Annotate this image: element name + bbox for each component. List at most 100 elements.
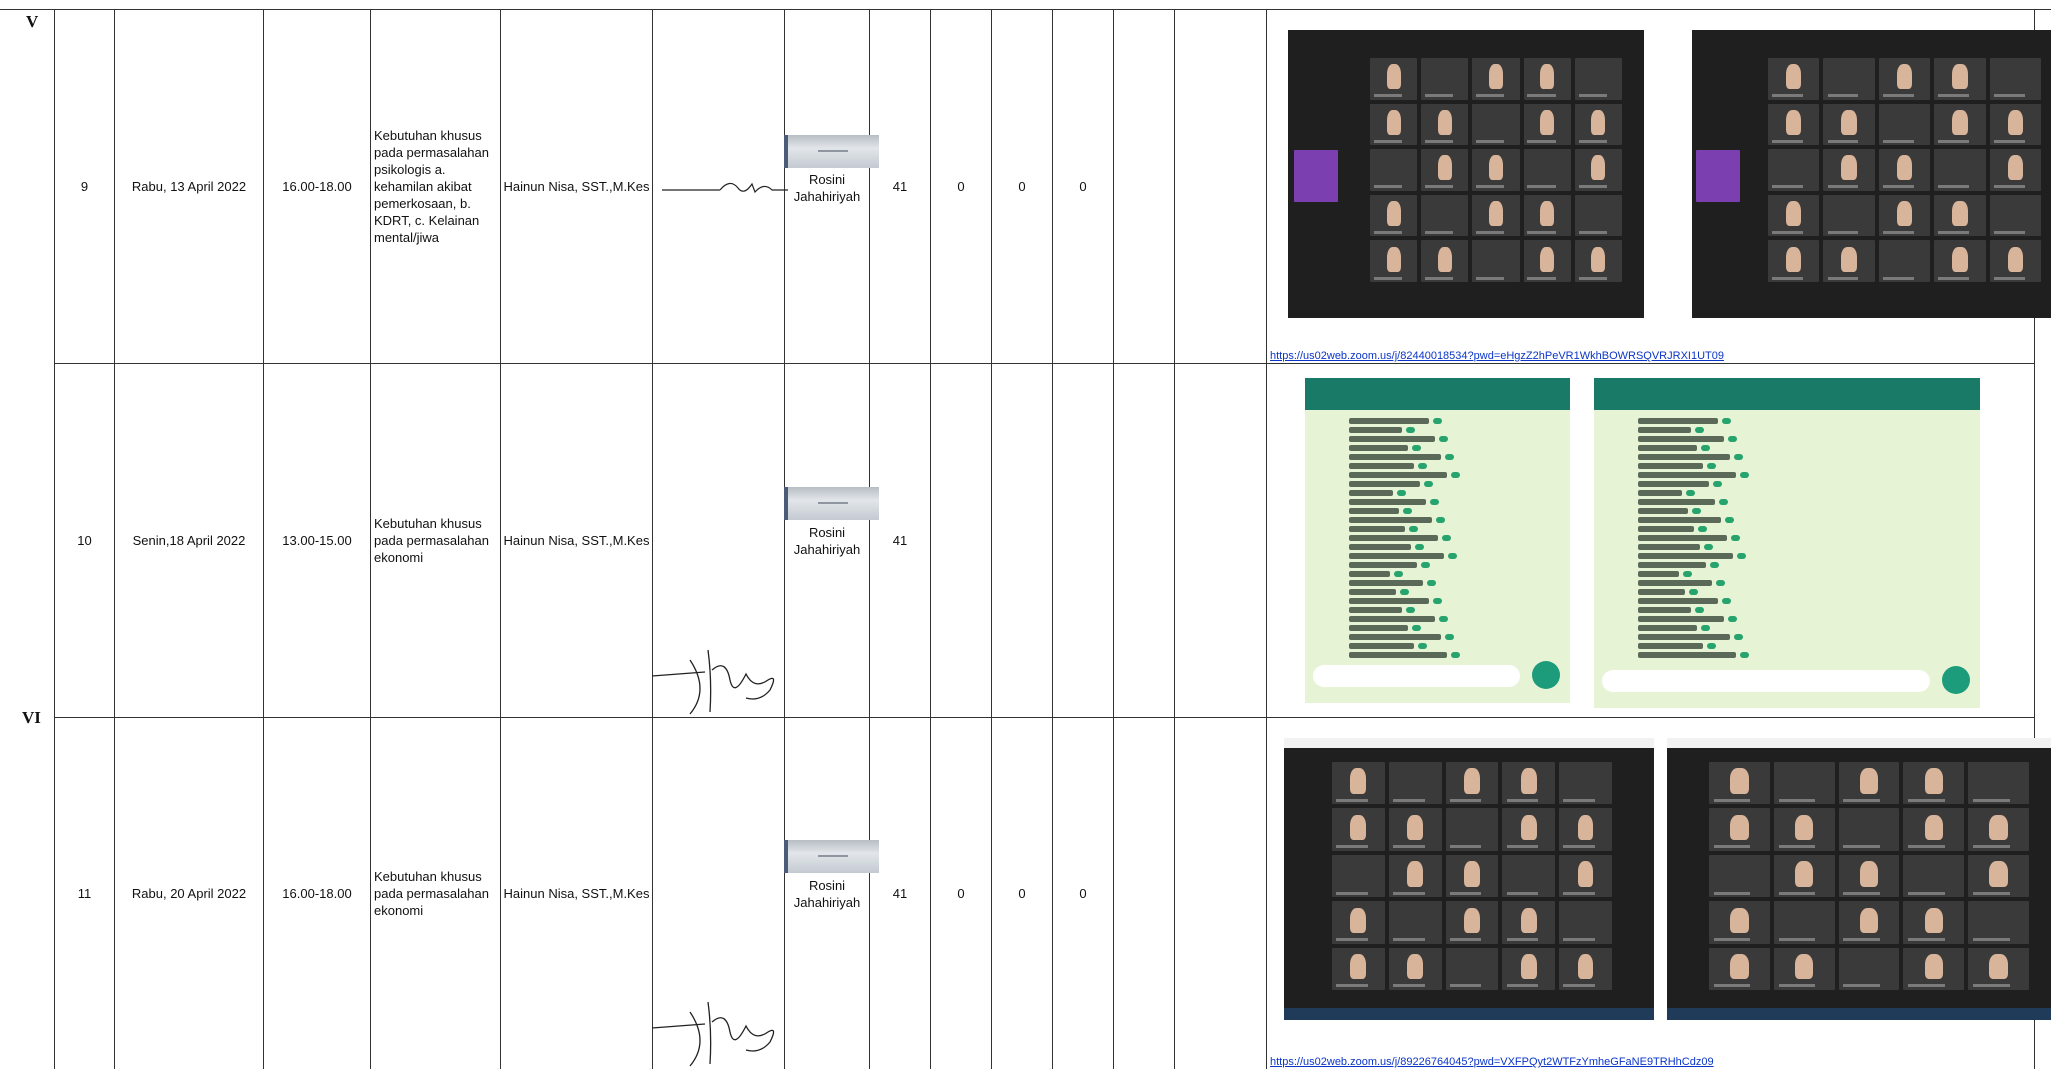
participant-label <box>1713 891 1751 895</box>
participant-label <box>1373 94 1403 98</box>
participant-label <box>1578 139 1607 143</box>
participant-label <box>1527 185 1556 189</box>
check-icon <box>1737 553 1746 559</box>
col-line <box>652 9 653 1069</box>
participant-tile <box>1934 103 1986 146</box>
participant-tile <box>1768 103 1820 146</box>
participant-tile <box>1472 194 1520 237</box>
participant-label <box>1827 185 1859 189</box>
participant-face <box>1407 861 1424 887</box>
participant-face <box>1841 109 1857 135</box>
participant-label <box>1843 938 1880 942</box>
participant-label <box>1393 845 1425 849</box>
check-icon <box>1397 490 1406 496</box>
participant-face <box>1488 155 1504 181</box>
chat-line <box>1638 643 1703 649</box>
participant-label <box>1938 139 1970 143</box>
chat-line <box>1638 508 1688 514</box>
participant-tile <box>1989 58 2041 100</box>
participant-tile <box>1968 808 2029 851</box>
participant-label <box>1527 276 1556 280</box>
col-line <box>370 9 371 1069</box>
participant-label <box>1973 938 2010 942</box>
participant-face <box>1924 814 1943 841</box>
participant-tile <box>1574 58 1622 100</box>
meeting-link[interactable]: https://us02web.zoom.us/j/89226764045?pw… <box>1270 1056 1714 1068</box>
participant-tile <box>1574 194 1622 237</box>
participant-tile <box>1332 947 1385 990</box>
check-icon <box>1701 625 1710 631</box>
participant-face <box>1952 109 1968 135</box>
check-icon <box>1451 652 1460 658</box>
check-icon <box>1439 436 1448 442</box>
participant-label <box>1578 94 1607 98</box>
participant-face <box>1577 861 1594 887</box>
participant-label <box>1476 185 1505 189</box>
participant-tile <box>1445 762 1499 805</box>
check-icon <box>1686 490 1695 496</box>
check-icon <box>1716 580 1725 586</box>
facilitator-name: Rosini Jahahiriyah <box>793 172 861 204</box>
chat-line <box>1349 508 1399 514</box>
participant-face <box>1896 64 1913 90</box>
chat-line <box>1638 472 1736 478</box>
participant-label <box>1424 276 1454 280</box>
session-topic: Kebutuhan khusus pada permasalahan psiko… <box>374 128 489 245</box>
lecturer-name: Hainun Nisa, SST.,M.Kes <box>503 886 650 901</box>
session-topic: Kebutuhan khusus pada permasalahan ekono… <box>374 869 489 918</box>
value-cell: 0 <box>957 886 965 901</box>
check-icon <box>1400 589 1409 595</box>
participant-tile <box>1989 103 2041 146</box>
check-icon <box>1698 526 1707 532</box>
participant-face <box>1350 953 1367 980</box>
participant-tile <box>1388 854 1442 898</box>
participant-label <box>1843 798 1880 802</box>
participant-face <box>1350 814 1367 841</box>
participant-tile <box>1574 149 1622 191</box>
check-icon <box>1430 499 1439 505</box>
participant-label <box>1778 845 1816 849</box>
participant-tile <box>1989 194 2041 237</box>
participant-tile <box>1523 194 1571 237</box>
participant-tile <box>1472 103 1520 146</box>
check-icon <box>1424 481 1433 487</box>
participant-label <box>1882 276 1914 280</box>
chat-line <box>1638 427 1691 433</box>
zoom-screenshot <box>1692 30 2051 318</box>
participant-face <box>1540 201 1555 226</box>
check-icon <box>1707 463 1716 469</box>
participant-tile <box>1472 58 1520 100</box>
value-cell <box>931 364 991 717</box>
participant-face <box>1952 246 1968 272</box>
participant-tile <box>1523 103 1571 146</box>
participant-tile <box>1445 901 1499 944</box>
participant-face <box>1488 64 1504 90</box>
check-icon <box>1442 535 1451 541</box>
participant-label <box>1908 798 1945 802</box>
shared-screen-thumbnail <box>1696 150 1740 202</box>
value-cell <box>992 364 1052 717</box>
participant-label <box>1882 94 1914 98</box>
participant-face <box>1795 953 1814 980</box>
value-cell: 0 <box>957 179 965 194</box>
participant-tile <box>1709 854 1770 898</box>
participant-tile <box>1388 762 1442 805</box>
check-icon <box>1683 571 1692 577</box>
participant-label <box>1424 230 1454 234</box>
participant-label <box>1336 984 1368 988</box>
participant-tile <box>1709 901 1770 944</box>
participant-tile <box>1370 103 1418 146</box>
check-icon <box>1704 544 1713 550</box>
participant-label <box>1827 230 1859 234</box>
participant-tile <box>1838 762 1900 805</box>
participant-tile <box>1709 947 1770 990</box>
participant-label <box>1449 938 1482 942</box>
participant-tile <box>1878 103 1931 146</box>
participant-label <box>1713 938 1751 942</box>
meeting-link[interactable]: https://us02web.zoom.us/j/82440018534?pw… <box>1270 350 1724 362</box>
participant-label <box>1563 938 1596 942</box>
participant-tile <box>1878 149 1931 191</box>
signature-image <box>651 1001 775 1067</box>
participant-label <box>1449 845 1482 849</box>
chat-line <box>1638 490 1682 496</box>
